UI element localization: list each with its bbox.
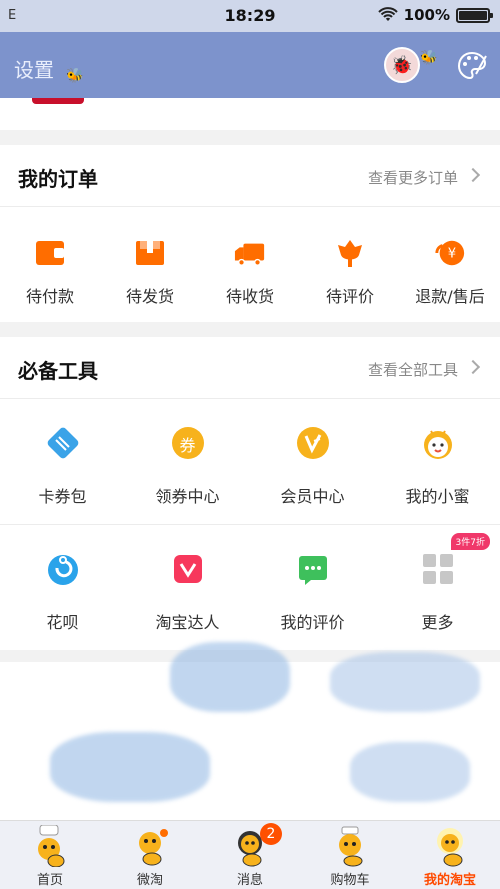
tools-section: 必备工具 查看全部工具 卡券包 券 领券中心 会员中心 我的小蜜 花呗 淘宝达人… [0, 337, 500, 650]
tool-label: 领券中心 [155, 487, 220, 506]
truck-icon [234, 237, 266, 269]
tab-cart[interactable]: 购物车 [300, 821, 400, 889]
tool-label: 卡券包 [38, 487, 87, 506]
member-tag[interactable] [32, 98, 84, 104]
cart-bee-icon [339, 826, 363, 867]
order-pending-shipment[interactable]: 待发货 [100, 207, 200, 322]
tool-more[interactable]: 3件7折 更多 [375, 525, 500, 650]
tool-label: 淘宝达人 [155, 613, 220, 632]
battery-level [459, 10, 487, 20]
bottom-tab-bar: 首页 微淘 2 消息 购物车 我的淘宝 [0, 820, 500, 889]
paint-smudge [330, 652, 480, 712]
chevron-right-icon [465, 167, 481, 183]
orders-header[interactable]: 我的订单 查看更多订单 [0, 145, 500, 207]
coupon-icon: 券 [170, 425, 206, 461]
tool-label: 更多 [421, 613, 454, 632]
orders-section: 我的订单 查看更多订单 待付款 待发货 待收货 待评价 ¥ 退款/售后 [0, 145, 500, 322]
assistant-icon [420, 425, 456, 461]
order-pending-receipt[interactable]: 待收货 [200, 207, 300, 322]
paint-smudge [350, 742, 470, 802]
tool-coupon-center[interactable]: 券 领券中心 [125, 399, 250, 524]
flower-icon [334, 237, 366, 269]
tab-label: 我的淘宝 [423, 873, 476, 888]
tab-messages[interactable]: 2 消息 [200, 821, 300, 889]
tool-card-wallet[interactable]: 卡券包 [0, 399, 125, 524]
refund-icon: ¥ [434, 237, 466, 269]
ticket-icon [45, 425, 81, 461]
tool-vip-center[interactable]: 会员中心 [250, 399, 375, 524]
settings-link[interactable]: 设置 [14, 54, 54, 83]
tab-label: 微淘 [136, 873, 163, 888]
tab-label: 消息 [236, 873, 263, 888]
tab-my-taobao[interactable]: 我的淘宝 [400, 821, 500, 889]
tab-weitao[interactable]: 微淘 [100, 821, 200, 889]
wifi-icon [377, 7, 398, 21]
chevron-right-icon [465, 359, 481, 375]
tool-label: 花呗 [46, 613, 79, 632]
order-label: 待收货 [225, 287, 274, 306]
order-refund-aftersale[interactable]: ¥ 退款/售后 [400, 207, 500, 322]
package-icon [134, 237, 166, 269]
huabei-icon [45, 551, 81, 587]
battery-percent: 100% [403, 6, 450, 24]
svg-text:¥: ¥ [448, 247, 456, 262]
tool-huabei[interactable]: 花呗 [0, 525, 125, 650]
taobao-expert-icon [170, 551, 206, 587]
top-header: E 18:29 100% 设置 🐝 🐞 🐝 [0, 0, 500, 98]
tool-taobao-expert[interactable]: 淘宝达人 [125, 525, 250, 650]
weitao-bee-icon [139, 829, 168, 866]
coupon-glyph: 券 [179, 436, 196, 455]
bee-icon: 🐝 [420, 50, 438, 66]
my-taobao-bee-icon [437, 828, 463, 867]
orders-more-link[interactable]: 查看更多订单 [368, 167, 458, 188]
palette-icon[interactable] [456, 50, 488, 82]
discount-badge: 3件7折 [450, 533, 490, 550]
tool-label: 我的小蜜 [405, 487, 470, 506]
order-label: 待评价 [325, 287, 374, 306]
more-grid-icon [420, 551, 456, 587]
tool-label: 我的评价 [280, 613, 345, 632]
tools-more-link[interactable]: 查看全部工具 [368, 359, 458, 380]
tools-title: 必备工具 [18, 359, 98, 383]
battery-icon [456, 7, 493, 23]
tab-home[interactable]: 首页 [0, 821, 100, 889]
content-blank-area [0, 642, 500, 820]
paint-smudge [50, 732, 210, 802]
order-label: 退款/售后 [415, 287, 485, 306]
avatar[interactable]: 🐞 [384, 47, 420, 83]
tool-my-assistant[interactable]: 我的小蜜 [375, 399, 500, 524]
review-icon [295, 551, 331, 587]
tool-my-reviews[interactable]: 我的评价 [250, 525, 375, 650]
wallet-icon [34, 237, 66, 269]
bee-icon: 🐝 [66, 68, 84, 84]
order-pending-review[interactable]: 待评价 [300, 207, 400, 322]
order-label: 待发货 [125, 287, 174, 306]
vip-icon [295, 425, 331, 461]
order-pending-payment[interactable]: 待付款 [0, 207, 100, 322]
home-bee-icon [38, 825, 65, 867]
message-count-badge: 2 [260, 823, 282, 845]
tool-label: 会员中心 [280, 487, 345, 506]
tools-header[interactable]: 必备工具 查看全部工具 [0, 337, 500, 399]
tab-label: 购物车 [330, 873, 370, 888]
paint-smudge [170, 642, 290, 712]
status-bar: E 18:29 100% [0, 0, 500, 32]
order-label: 待付款 [25, 287, 74, 306]
tab-label: 首页 [36, 873, 63, 888]
orders-title: 我的订单 [18, 167, 98, 191]
